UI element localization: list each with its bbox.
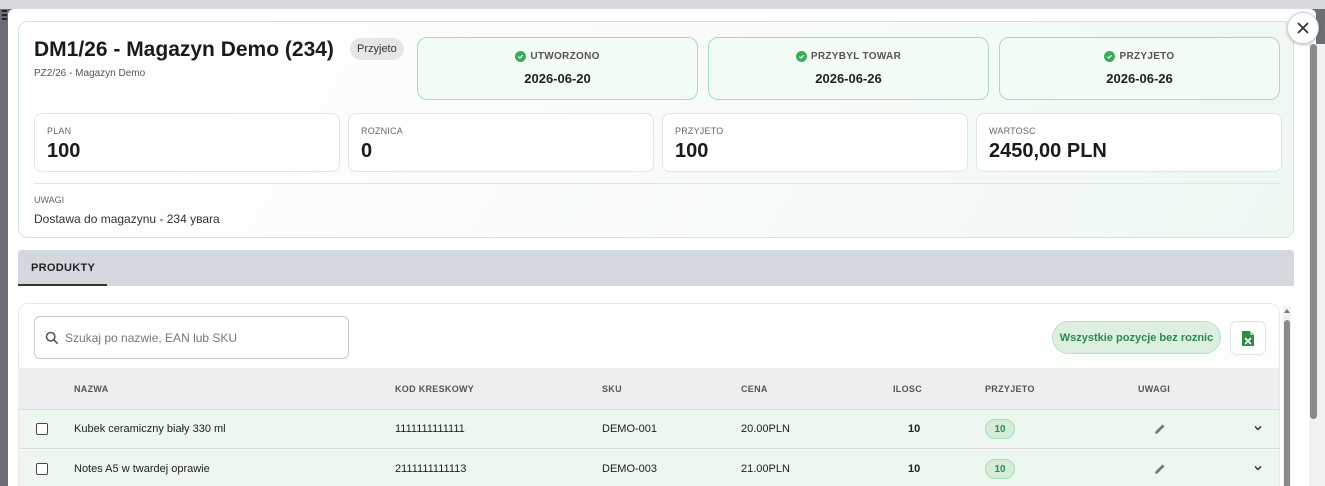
divider [34,183,1281,184]
chevron-down-icon[interactable] [1253,463,1263,473]
step-created: UTWORZONO 2026-06-20 [417,37,698,100]
tab-products[interactable]: PRODUKTY [18,250,107,286]
page-title: DM1/26 - Magazyn Demo (234) [34,38,334,61]
backdrop [0,0,1325,9]
product-quantity: 10 [908,463,921,475]
chevron-down-icon[interactable] [1253,423,1263,433]
stat-value-total: WARTOSC 2450,00 PLN [976,113,1282,172]
step-label: PRZYJETO [1119,51,1175,62]
column-header-quantity: ILOSC [893,384,923,394]
product-barcode: 2111111111113 [395,463,467,475]
product-price: 21.00PLN [741,463,790,475]
table-scrollbar-thumb[interactable] [1284,320,1290,486]
column-header-barcode: KOD KRESKOWY [395,384,475,394]
close-button[interactable] [1287,12,1319,44]
stat-label: WARTOSC [989,126,1036,136]
product-barcode: 1111111111111 [395,423,465,435]
column-header-sku: SKU [602,384,622,394]
menu-icon [2,10,7,20]
product-sku: DEMO-001 [602,423,658,435]
stat-value: 0 [361,140,373,162]
document-subtitle: PZ2/26 - Magazyn Demo [34,68,146,79]
pencil-icon[interactable] [1153,422,1167,436]
product-name: Kubek ceramiczny biały 330 ml [74,423,226,435]
export-excel-button[interactable] [1230,321,1266,355]
step-received: PRZYJETO 2026-06-26 [999,37,1280,100]
product-price: 20.00PLN [741,423,790,435]
stat-plan: PLAN 100 [34,113,340,172]
stat-label: PLAN [47,126,72,136]
close-icon [1297,22,1309,34]
stat-value: 2450,00 PLN [989,140,1107,162]
step-date: 2026-06-26 [1106,71,1173,86]
products-panel: Wszystkie pozycje bez roznic NAZWA KOD K… [18,303,1280,486]
stat-received: PRZYJETO 100 [662,113,968,172]
search-icon [45,331,59,344]
column-header-name: NAZWA [74,384,109,394]
check-circle-icon [795,51,807,62]
received-badge: 10 [985,419,1015,439]
step-label: PRZYBYL TOWAR [810,51,902,62]
column-header-price: CENA [741,384,768,394]
table-row: Kubek ceramiczny biały 330 ml 1111111111… [19,410,1279,449]
document-modal: DM1/26 - Magazyn Demo (234) Przyjeto PZ2… [8,9,1316,486]
excel-icon [1242,330,1254,346]
stat-difference: ROZNICA 0 [348,113,654,172]
all-items-no-difference-button[interactable]: Wszystkie pozycje bez roznic [1052,321,1221,354]
step-date: 2026-06-26 [815,71,882,86]
stat-value: 100 [675,140,709,162]
step-date: 2026-06-20 [524,71,591,86]
tab-bar: PRODUKTY [18,250,1294,286]
stat-label: ROZNICA [361,126,403,136]
column-header-notes: UWAGI [1138,384,1170,394]
step-goods-arrived: PRZYBYL TOWAR 2026-06-26 [708,37,989,100]
product-sku: DEMO-003 [602,463,658,475]
column-header-received: PRZYJETO [985,384,1035,394]
stat-label: PRZYJETO [675,126,724,136]
received-badge: 10 [985,459,1015,479]
search-input[interactable] [65,330,325,345]
table-row: Notes A5 w twardej oprawie 2111111111113… [19,450,1279,486]
table-header: NAZWA KOD KRESKOWY SKU CENA ILOSC PRZYJE… [19,368,1279,410]
check-circle-icon [515,51,527,62]
pencil-icon[interactable] [1153,462,1167,476]
product-quantity: 10 [908,423,921,435]
product-name: Notes A5 w twardej oprawie [74,463,210,475]
step-label: UTWORZONO [530,51,600,62]
search-field[interactable] [34,316,349,359]
row-checkbox[interactable] [36,463,48,475]
scroll-up-arrow-icon[interactable] [1283,306,1291,316]
modal-scrollbar-thumb[interactable] [1310,44,1317,419]
row-checkbox[interactable] [36,423,48,435]
document-header: DM1/26 - Magazyn Demo (234) Przyjeto PZ2… [18,21,1294,238]
status-badge: Przyjeto [350,38,404,60]
stat-value: 100 [47,140,81,162]
notes-label: UWAGI [34,195,65,205]
check-circle-icon [1104,51,1116,62]
notes-text: Dostawa do magazynu - 234 уваra [34,212,220,226]
